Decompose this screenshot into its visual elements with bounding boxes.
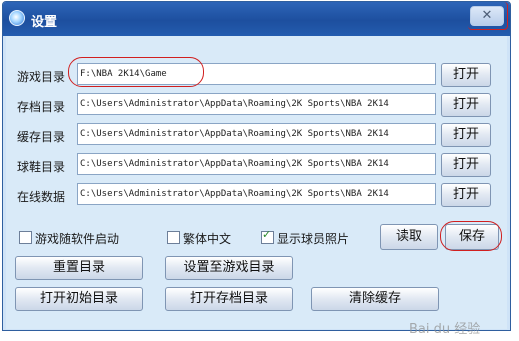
- option-show-player-photos[interactable]: 显示球员照片: [261, 228, 350, 247]
- row-label-cache-dir: 缓存目录: [17, 130, 66, 144]
- title-bar[interactable]: 设置 ✕: [3, 2, 510, 36]
- read-button[interactable]: 读取: [380, 224, 438, 250]
- clear-cache-button[interactable]: 清除缓存: [311, 287, 439, 311]
- open-game-dir-button[interactable]: 打开: [441, 63, 491, 87]
- save-dir-field[interactable]: C:\Users\Administrator\AppData\Roaming\2…: [77, 93, 436, 115]
- watermark: Bai du 经验: [409, 322, 481, 337]
- checkbox-show-player-photos[interactable]: [261, 228, 274, 244]
- window-title: 设置: [31, 15, 58, 30]
- open-initial-dir-button[interactable]: 打开初始目录: [15, 287, 143, 311]
- save-button[interactable]: 保存: [445, 224, 499, 250]
- online-data-field[interactable]: C:\Users\Administrator\AppData\Roaming\2…: [77, 183, 436, 205]
- checkbox-launch-with-app[interactable]: [19, 231, 32, 244]
- settings-panel: 游戏目录 F:\NBA 2K14\Game 打开 存档目录 C:\Users\A…: [6, 36, 507, 329]
- row-label-save-dir: 存档目录: [17, 100, 66, 114]
- row-label-shoes-dir: 球鞋目录: [17, 160, 66, 174]
- settings-dialog: 设置 ✕ 游戏目录 F:\NBA 2K14\Game 打开 存档目录 C:\Us…: [2, 1, 511, 331]
- game-dir-field[interactable]: F:\NBA 2K14\Game: [77, 63, 436, 85]
- reset-dirs-button[interactable]: 重置目录: [15, 256, 143, 280]
- option-traditional-chinese[interactable]: 繁体中文: [167, 230, 231, 247]
- set-to-game-dir-button[interactable]: 设置至游戏目录: [165, 256, 293, 280]
- close-button[interactable]: ✕: [470, 6, 504, 26]
- option-label: 繁体中文: [183, 232, 232, 246]
- open-online-data-button[interactable]: 打开: [441, 183, 491, 207]
- option-label: 游戏随软件启动: [35, 232, 120, 246]
- open-cache-dir-button[interactable]: 打开: [441, 123, 491, 147]
- option-label: 显示球员照片: [277, 232, 350, 246]
- cache-dir-field[interactable]: C:\Users\Administrator\AppData\Roaming\2…: [77, 123, 436, 145]
- row-label-online-data: 在线数据: [17, 190, 66, 204]
- app-icon: [9, 10, 25, 26]
- checkbox-traditional-chinese[interactable]: [167, 231, 180, 244]
- row-label-game-dir: 游戏目录: [17, 70, 66, 84]
- shoes-dir-field[interactable]: C:\Users\Administrator\AppData\Roaming\2…: [77, 153, 436, 175]
- option-launch-with-app[interactable]: 游戏随软件启动: [19, 230, 119, 247]
- open-save-dir-bottom-button[interactable]: 打开存档目录: [165, 287, 293, 311]
- open-shoes-dir-button[interactable]: 打开: [441, 153, 491, 177]
- open-save-dir-button[interactable]: 打开: [441, 93, 491, 117]
